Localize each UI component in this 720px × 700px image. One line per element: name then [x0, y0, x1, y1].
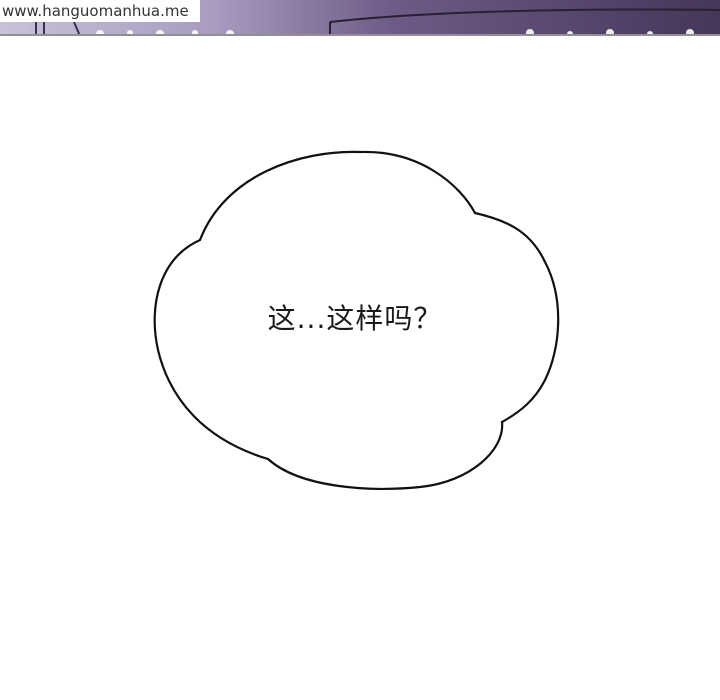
- watermark-text: www.hanguomanhua.me: [0, 0, 200, 22]
- speech-bubble: [153, 150, 560, 490]
- speech-bubble-text: 这...这样吗？: [267, 302, 443, 335]
- comic-panel: www.hanguomanhua.me 这...这样吗？: [0, 0, 720, 700]
